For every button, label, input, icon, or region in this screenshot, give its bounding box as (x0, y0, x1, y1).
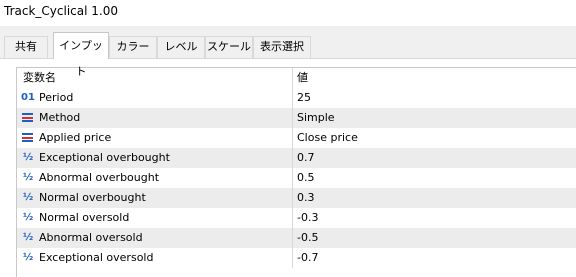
table-row[interactable]: ½ Normal overbought 0.3 (17, 188, 576, 208)
grid-header-row: 変数名 値 (17, 68, 576, 88)
parameter-name-cell: ½ Normal overbought (17, 188, 293, 208)
parameter-value[interactable]: Close price (293, 128, 576, 148)
parameter-name: Normal overbought (39, 191, 146, 204)
tab-visualization[interactable]: 表示選択 (253, 36, 311, 58)
parameter-value[interactable]: 25 (293, 88, 576, 108)
header-variable-name[interactable]: 変数名 (17, 68, 293, 88)
parameter-value[interactable]: -0.5 (293, 228, 576, 248)
tab-inputs[interactable]: インプット (53, 32, 109, 78)
header-value[interactable]: 値 (293, 68, 576, 88)
table-row[interactable]: 01 Period 25 (17, 88, 576, 108)
parameter-value[interactable]: -0.3 (293, 208, 576, 228)
parameter-value[interactable]: 0.5 (293, 168, 576, 188)
parameter-name-cell: ½ Abnormal overbought (17, 168, 293, 188)
parameter-name-cell: ½ Abnormal oversold (17, 228, 293, 248)
parameter-value[interactable]: Simple (293, 108, 576, 128)
table-row[interactable]: ½ Normal oversold -0.3 (17, 208, 576, 228)
parameter-name-cell: ½ Normal oversold (17, 208, 293, 228)
parameter-name: Exceptional overbought (39, 151, 170, 164)
title-bar: Track_Cyclical 1.00 (0, 0, 576, 26)
double-icon: ½ (22, 212, 34, 223)
double-icon: ½ (22, 252, 34, 263)
parameters-grid: 変数名 値 01 Period 25 Method Simple Applied pric… (16, 67, 576, 277)
parameter-name: Abnormal overbought (39, 171, 160, 184)
table-row[interactable]: ½ Exceptional oversold -0.7 (17, 248, 576, 268)
double-icon: ½ (22, 152, 34, 163)
parameter-name: Exceptional oversold (39, 251, 154, 264)
parameter-value[interactable]: 0.3 (293, 188, 576, 208)
tab-scale[interactable]: スケール (205, 36, 253, 58)
parameter-name-cell: 01 Period (17, 88, 293, 108)
parameter-name-cell: ½ Exceptional overbought (17, 148, 293, 168)
parameter-name: Applied price (39, 131, 112, 144)
parameter-name-cell: Applied price (17, 128, 293, 148)
parameter-value[interactable]: 0.7 (293, 148, 576, 168)
tab-colors[interactable]: カラー (109, 36, 157, 58)
parameter-name-cell: ½ Exceptional oversold (17, 248, 293, 268)
tab-strip: 共有 インプット カラー レベル スケール 表示選択 (0, 26, 576, 78)
table-row[interactable]: Method Simple (17, 108, 576, 128)
enum-icon (22, 113, 33, 122)
double-icon: ½ (22, 232, 34, 243)
window-title: Track_Cyclical 1.00 (4, 4, 118, 18)
parameter-name: Period (39, 91, 74, 104)
table-row[interactable]: ½ Abnormal oversold -0.5 (17, 228, 576, 248)
inputs-panel: 変数名 値 01 Period 25 Method Simple Applied pric… (0, 58, 576, 277)
integer-icon: 01 (21, 92, 35, 103)
tab-levels[interactable]: レベル (157, 36, 205, 58)
table-row[interactable]: ½ Abnormal overbought 0.5 (17, 168, 576, 188)
tab-common[interactable]: 共有 (4, 36, 48, 58)
parameter-name: Normal oversold (39, 211, 130, 224)
parameter-value[interactable]: -0.7 (293, 248, 576, 268)
table-row[interactable]: ½ Exceptional overbought 0.7 (17, 148, 576, 168)
enum-icon (22, 133, 33, 142)
parameter-name: Method (39, 111, 81, 124)
parameter-name: Abnormal oversold (39, 231, 143, 244)
double-icon: ½ (22, 192, 34, 203)
parameter-name-cell: Method (17, 108, 293, 128)
double-icon: ½ (22, 172, 34, 183)
table-row[interactable]: Applied price Close price (17, 128, 576, 148)
